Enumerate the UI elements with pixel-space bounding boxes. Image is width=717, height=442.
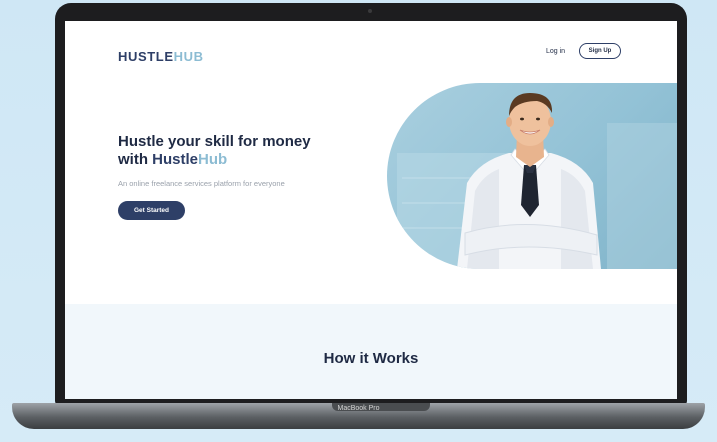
logo-accent: HUB [173, 49, 204, 64]
hero-title: Hustle your skill for money with HustleH… [118, 133, 311, 169]
how-it-works-section: How it Works [65, 304, 677, 399]
camera-icon [368, 9, 372, 13]
hero-image [387, 83, 677, 269]
hero-subtitle: An online freelance services platform fo… [118, 179, 285, 188]
device-label: MacBook Pro [337, 405, 380, 412]
logo-main: HUSTLE [118, 49, 174, 64]
website-screen: HUSTLEHUB Log in Sign Up Hustle your ski… [65, 21, 677, 399]
hero-title-line1: Hustle your skill for money [118, 133, 311, 150]
businessman-illustration [397, 93, 677, 269]
hero-title-line2: with HustleHub [118, 151, 311, 169]
laptop-bezel: HUSTLEHUB Log in Sign Up Hustle your ski… [55, 3, 687, 405]
site-logo[interactable]: HUSTLEHUB [118, 49, 204, 64]
signup-button[interactable]: Sign Up [579, 43, 621, 59]
hero-title-with: with [118, 151, 153, 168]
hero-title-brand: HustleHub [152, 151, 227, 168]
hero-brand-main: Hustle [152, 151, 199, 168]
how-it-works-title: How it Works [323, 350, 419, 367]
hero-brand-accent: Hub [198, 151, 228, 168]
get-started-button[interactable]: Get Started [118, 201, 185, 220]
login-link[interactable]: Log in [546, 48, 565, 55]
